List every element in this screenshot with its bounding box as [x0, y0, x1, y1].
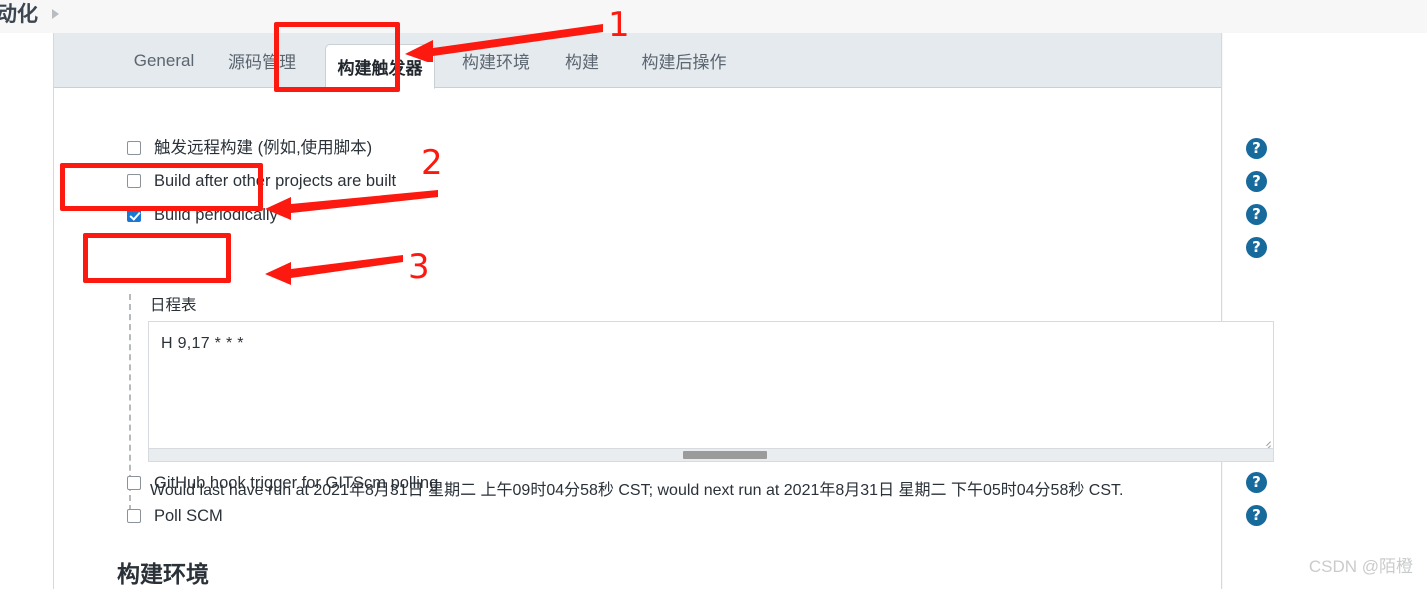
label-trigger-remote-build: 触发远程构建 (例如,使用脚本) — [154, 139, 373, 157]
annotation-box-cron-value — [83, 233, 231, 283]
checkbox-github-hook-trigger[interactable] — [127, 476, 141, 490]
annotation-arrow-3 — [265, 255, 403, 285]
section-heading-build-env: 构建环境 — [117, 561, 209, 587]
annotation-number-2: 2 — [421, 143, 443, 183]
trigger-row-poll-scm[interactable]: Poll SCM — [54, 506, 1221, 539]
label-github-hook-trigger: GitHub hook trigger for GITScm polling — [154, 474, 439, 492]
breadcrumb-label[interactable]: 动化 — [0, 0, 38, 30]
cron-textarea-scrollbar[interactable] — [149, 448, 1273, 461]
trigger-row-github-hook[interactable]: GitHub hook trigger for GITScm polling — [54, 473, 1221, 506]
annotation-box-build-periodically — [60, 163, 263, 211]
annotation-box-active-tab — [274, 22, 400, 92]
help-icon-build-periodically[interactable]: ? — [1246, 204, 1267, 225]
help-icon-remote-build[interactable]: ? — [1246, 138, 1267, 159]
help-icon-build-after[interactable]: ? — [1246, 171, 1267, 192]
help-icon-poll-scm[interactable]: ? — [1246, 505, 1267, 526]
cron-textarea-value: H 9,17 * * * — [161, 335, 244, 352]
checkbox-poll-scm[interactable] — [127, 509, 141, 523]
screenshot-root: 动化 General 源码管理 构建触发器 构建环境 构建 构建后操作 触发远程… — [0, 0, 1427, 589]
page-left-margin — [0, 33, 53, 589]
help-icon-schedule[interactable]: ? — [1246, 237, 1267, 258]
cron-textarea[interactable]: H 9,17 * * * — [148, 321, 1274, 462]
cron-textarea-scroll-thumb[interactable] — [683, 451, 767, 459]
checkbox-trigger-remote-build[interactable] — [127, 141, 141, 155]
annotation-arrow-1 — [405, 24, 603, 62]
breadcrumb-bar: 动化 — [0, 0, 1427, 33]
config-tabbar: General 源码管理 构建触发器 构建环境 构建 构建后操作 — [54, 33, 1221, 89]
resize-grip-icon[interactable] — [1259, 436, 1271, 454]
watermark: CSDN @陌橙 — [1308, 557, 1413, 576]
config-panel: General 源码管理 构建触发器 构建环境 构建 构建后操作 触发远程构建 … — [53, 33, 1274, 589]
annotation-number-1: 1 — [608, 5, 630, 45]
tab-post-build[interactable]: 构建后操作 — [620, 33, 748, 88]
annotation-arrow-2 — [265, 190, 438, 220]
help-icon-github-hook[interactable]: ? — [1246, 472, 1267, 493]
chevron-right-icon — [52, 9, 59, 19]
annotation-number-3: 3 — [408, 247, 430, 287]
tab-general[interactable]: General — [118, 33, 210, 88]
label-schedule: 日程表 — [150, 297, 197, 314]
label-poll-scm: Poll SCM — [154, 507, 223, 525]
